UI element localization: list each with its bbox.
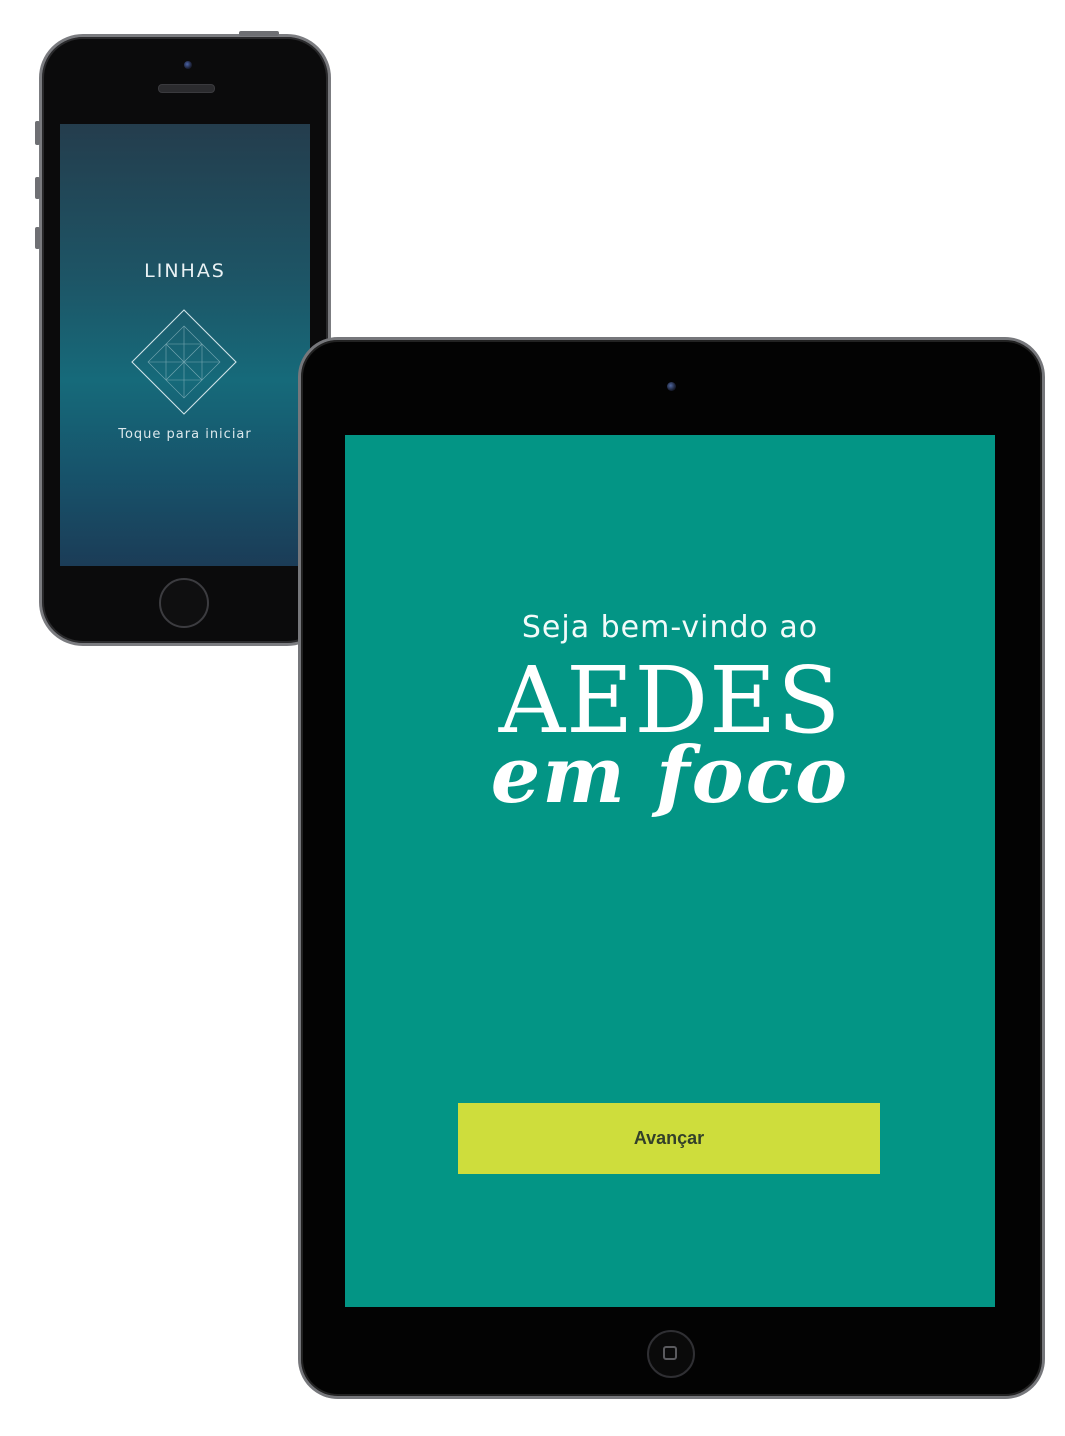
tap-to-start-text: Toque para iniciar (118, 427, 252, 442)
phone-speaker (158, 84, 215, 93)
phone-mute-switch (35, 121, 40, 145)
phone-home-button[interactable] (159, 578, 209, 628)
app-title: LINHAS (144, 260, 226, 282)
iphone-device: LINHAS Toque para iniciar (35, 31, 331, 646)
ipad-device: Seja bem-vindo ao AEDES em foco Avançar (298, 337, 1045, 1399)
tablet-camera-icon (667, 382, 676, 391)
aedes-welcome-screen: Seja bem-vindo ao AEDES em foco Avançar (345, 435, 995, 1307)
home-square-icon (663, 1346, 677, 1360)
diamond-grid-icon (131, 309, 237, 415)
brand-logo-script: em foco (490, 730, 850, 821)
phone-camera-icon (184, 61, 192, 69)
linhas-splash-screen[interactable]: LINHAS Toque para iniciar (60, 124, 310, 566)
phone-volume-up-button (35, 177, 40, 199)
phone-volume-down-button (35, 227, 40, 249)
tablet-home-button[interactable] (647, 1330, 695, 1378)
advance-button[interactable]: Avançar (458, 1103, 880, 1174)
phone-power-button (239, 31, 279, 36)
welcome-text: Seja bem-vindo ao (521, 610, 819, 645)
